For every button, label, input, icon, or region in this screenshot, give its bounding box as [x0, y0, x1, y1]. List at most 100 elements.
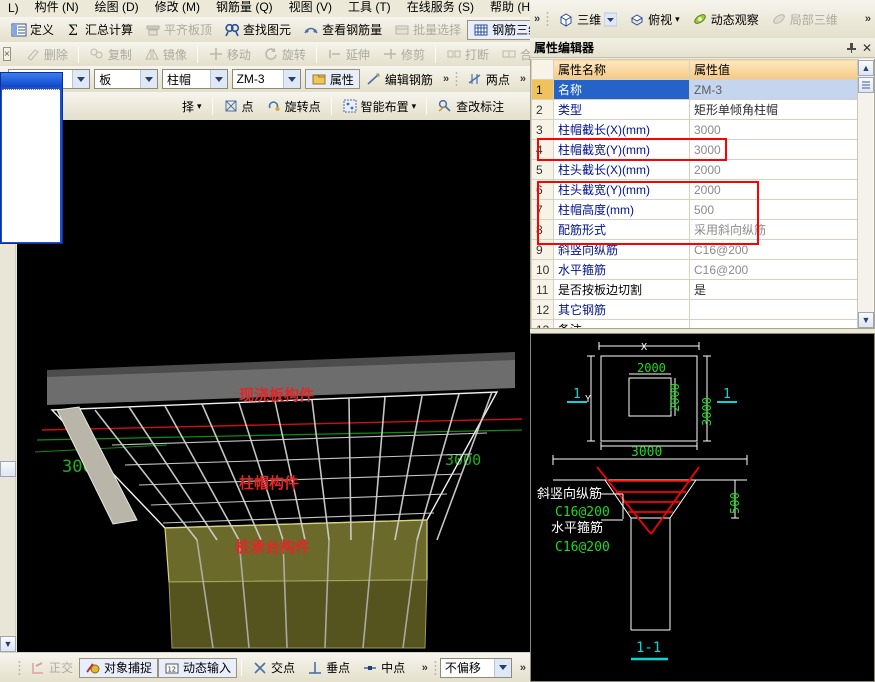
table-row[interactable]: 1 名称 ZM-3: [531, 79, 859, 100]
close-toolbar-button[interactable]: ×: [3, 47, 11, 61]
scroll-down-button[interactable]: ▼: [0, 636, 16, 652]
chevron-down-icon[interactable]: [282, 70, 300, 88]
dynamic-orbit-button[interactable]: 动态观察: [686, 9, 765, 29]
table-row[interactable]: 6 柱头截宽(Y)(mm) 2000: [531, 179, 859, 200]
menu-item-help[interactable]: 帮助 (H): [482, 0, 530, 16]
two-point-overflow-button[interactable]: »: [516, 73, 530, 85]
table-row[interactable]: 11 是否按板边切割 是: [531, 279, 859, 300]
menu-item-tools[interactable]: 工具 (T): [340, 0, 399, 16]
scroll-thumb[interactable]: [0, 461, 16, 477]
category-combo[interactable]: 板: [94, 69, 158, 89]
view-rebar-qty-button[interactable]: 查看钢筋量: [297, 20, 388, 40]
table-row[interactable]: 5 柱头截长(X)(mm) 2000: [531, 159, 859, 180]
property-name[interactable]: 是否按板边切割: [553, 279, 690, 300]
edit-rebar-button[interactable]: 编辑钢筋: [360, 69, 439, 89]
chevron-down-icon[interactable]: [493, 658, 511, 677]
scroll-up-button[interactable]: ▲: [858, 60, 874, 76]
statusbar-grip[interactable]: [18, 659, 21, 676]
toolbar-grip[interactable]: [455, 71, 458, 87]
property-grid-scrollbar[interactable]: ▲ ▼: [857, 60, 874, 328]
dynamic-input-toggle[interactable]: 12 动态输入: [158, 657, 238, 678]
property-name[interactable]: 柱帽截长(X)(mm): [553, 119, 690, 140]
local-3d-button[interactable]: 局部三维: [765, 9, 844, 29]
property-name[interactable]: 名称: [553, 79, 690, 100]
rotate-button[interactable]: 旋转: [257, 44, 312, 64]
property-value[interactable]: 2000: [689, 179, 859, 200]
view-toolbar-overflow-left[interactable]: »: [530, 13, 544, 25]
table-row[interactable]: 13 备注: [531, 319, 859, 328]
property-value[interactable]: 3000: [689, 119, 859, 140]
table-row[interactable]: 9 斜竖向纵筋 C16@200: [531, 239, 859, 260]
smart-layout-button[interactable]: 智能布置 ▾: [336, 96, 423, 116]
extend-button[interactable]: 延伸: [321, 44, 376, 64]
component-type-combo[interactable]: 柱帽: [161, 69, 228, 89]
offset-combo[interactable]: 不偏移: [439, 657, 512, 678]
viewport-3d[interactable]: 3000 3000 现浇板构件 柱帽构件 桩承台构件: [17, 120, 530, 652]
property-name[interactable]: 柱头截长(X)(mm): [553, 159, 690, 180]
property-name[interactable]: 柱帽高度(mm): [553, 199, 690, 220]
offset-overflow-button[interactable]: »: [516, 662, 530, 674]
table-row[interactable]: 3 柱帽截长(X)(mm) 3000: [531, 119, 859, 140]
mirror-button[interactable]: 镜像: [138, 44, 193, 64]
two-point-button[interactable]: 两点: [461, 69, 516, 89]
menu-item-view[interactable]: 视图 (V): [281, 0, 340, 16]
find-element-button[interactable]: 查找图元: [218, 20, 297, 40]
property-value[interactable]: C16@200: [689, 259, 859, 280]
summary-calc-button[interactable]: Σ 汇总计算: [60, 20, 139, 40]
chevron-down-icon[interactable]: [209, 70, 227, 88]
property-value[interactable]: 是: [689, 279, 859, 300]
select-toolbar-overflow-button[interactable]: »: [439, 73, 453, 85]
property-name[interactable]: 柱帽截宽(Y)(mm): [553, 139, 690, 160]
floating-panel-body[interactable]: [2, 89, 60, 242]
chevron-down-icon[interactable]: ▾: [675, 14, 680, 25]
property-editor-grid[interactable]: 属性名称 属性值 1 名称 ZM-3 2 类型 矩形单倾角柱帽 3 柱帽截长(X…: [530, 59, 875, 329]
property-name[interactable]: 其它钢筋: [553, 299, 690, 320]
property-name[interactable]: 水平箍筋: [553, 259, 690, 280]
batch-select-button[interactable]: 批量选择: [388, 20, 467, 40]
menu-item-rebar-qty[interactable]: 钢筋量 (Q): [208, 0, 281, 16]
perpendicular-snap-toggle[interactable]: 垂点: [301, 658, 356, 678]
toolbar-grip[interactable]: [546, 11, 550, 27]
ortho-toggle[interactable]: 正交: [24, 658, 79, 678]
point-button[interactable]: 点: [217, 96, 260, 116]
table-row[interactable]: 2 类型 矩形单倾角柱帽: [531, 99, 859, 120]
menu-item-draw[interactable]: 绘图 (D): [87, 0, 147, 16]
chevron-down-icon[interactable]: [604, 11, 618, 27]
pin-icon[interactable]: [843, 40, 859, 56]
copy-button[interactable]: 复制: [83, 44, 138, 64]
scroll-down-button[interactable]: ▼: [858, 312, 874, 328]
cad-preview-panel[interactable]: X Y 2000 2000 3000 3000 1 1 500 斜竖向纵筋 C1…: [530, 333, 875, 682]
close-icon[interactable]: ✕: [859, 40, 875, 56]
scroll-thumb[interactable]: [858, 77, 874, 93]
property-value[interactable]: 2000: [689, 159, 859, 180]
intersection-snap-toggle[interactable]: 交点: [246, 658, 301, 678]
property-value[interactable]: 采用斜向纵筋: [689, 219, 859, 240]
top-view-button[interactable]: 俯视 ▾: [623, 9, 686, 29]
property-name[interactable]: 配筋形式: [553, 219, 690, 240]
view-3d-button[interactable]: 三维: [552, 9, 623, 29]
properties-button[interactable]: 属性: [304, 69, 360, 89]
chevron-down-icon[interactable]: [72, 70, 90, 88]
statusbar-grip[interactable]: [433, 659, 437, 676]
view-toolbar-overflow-right[interactable]: »: [861, 13, 875, 25]
floating-panel[interactable]: [0, 72, 63, 244]
property-value[interactable]: C16@200: [689, 239, 859, 260]
property-name[interactable]: 类型: [553, 99, 690, 120]
floating-panel-titlebar[interactable]: [1, 73, 62, 87]
property-name[interactable]: 备注: [553, 319, 690, 328]
align-slab-top-button[interactable]: 平齐板顶: [139, 20, 218, 40]
menu-item-online[interactable]: 在线服务 (S): [399, 0, 482, 16]
midpoint-snap-toggle[interactable]: 中点: [356, 658, 411, 678]
property-value[interactable]: ZM-3: [689, 79, 859, 100]
chevron-down-icon[interactable]: ▾: [412, 101, 417, 112]
check-dimension-button[interactable]: 查改标注: [431, 96, 510, 116]
property-name[interactable]: 柱头截宽(Y)(mm): [553, 179, 690, 200]
table-row[interactable]: 10 水平箍筋 C16@200: [531, 259, 859, 280]
menu-item-component[interactable]: 构件 (N): [27, 0, 87, 16]
object-snap-toggle[interactable]: 对象捕捉: [79, 657, 159, 678]
menu-item-modify[interactable]: 修改 (M): [147, 0, 208, 16]
menu-item-file[interactable]: L): [0, 1, 27, 16]
property-value[interactable]: [689, 299, 859, 320]
table-row[interactable]: 4 柱帽截宽(Y)(mm) 3000: [531, 139, 859, 160]
property-value[interactable]: 矩形单倾角柱帽: [689, 99, 859, 120]
